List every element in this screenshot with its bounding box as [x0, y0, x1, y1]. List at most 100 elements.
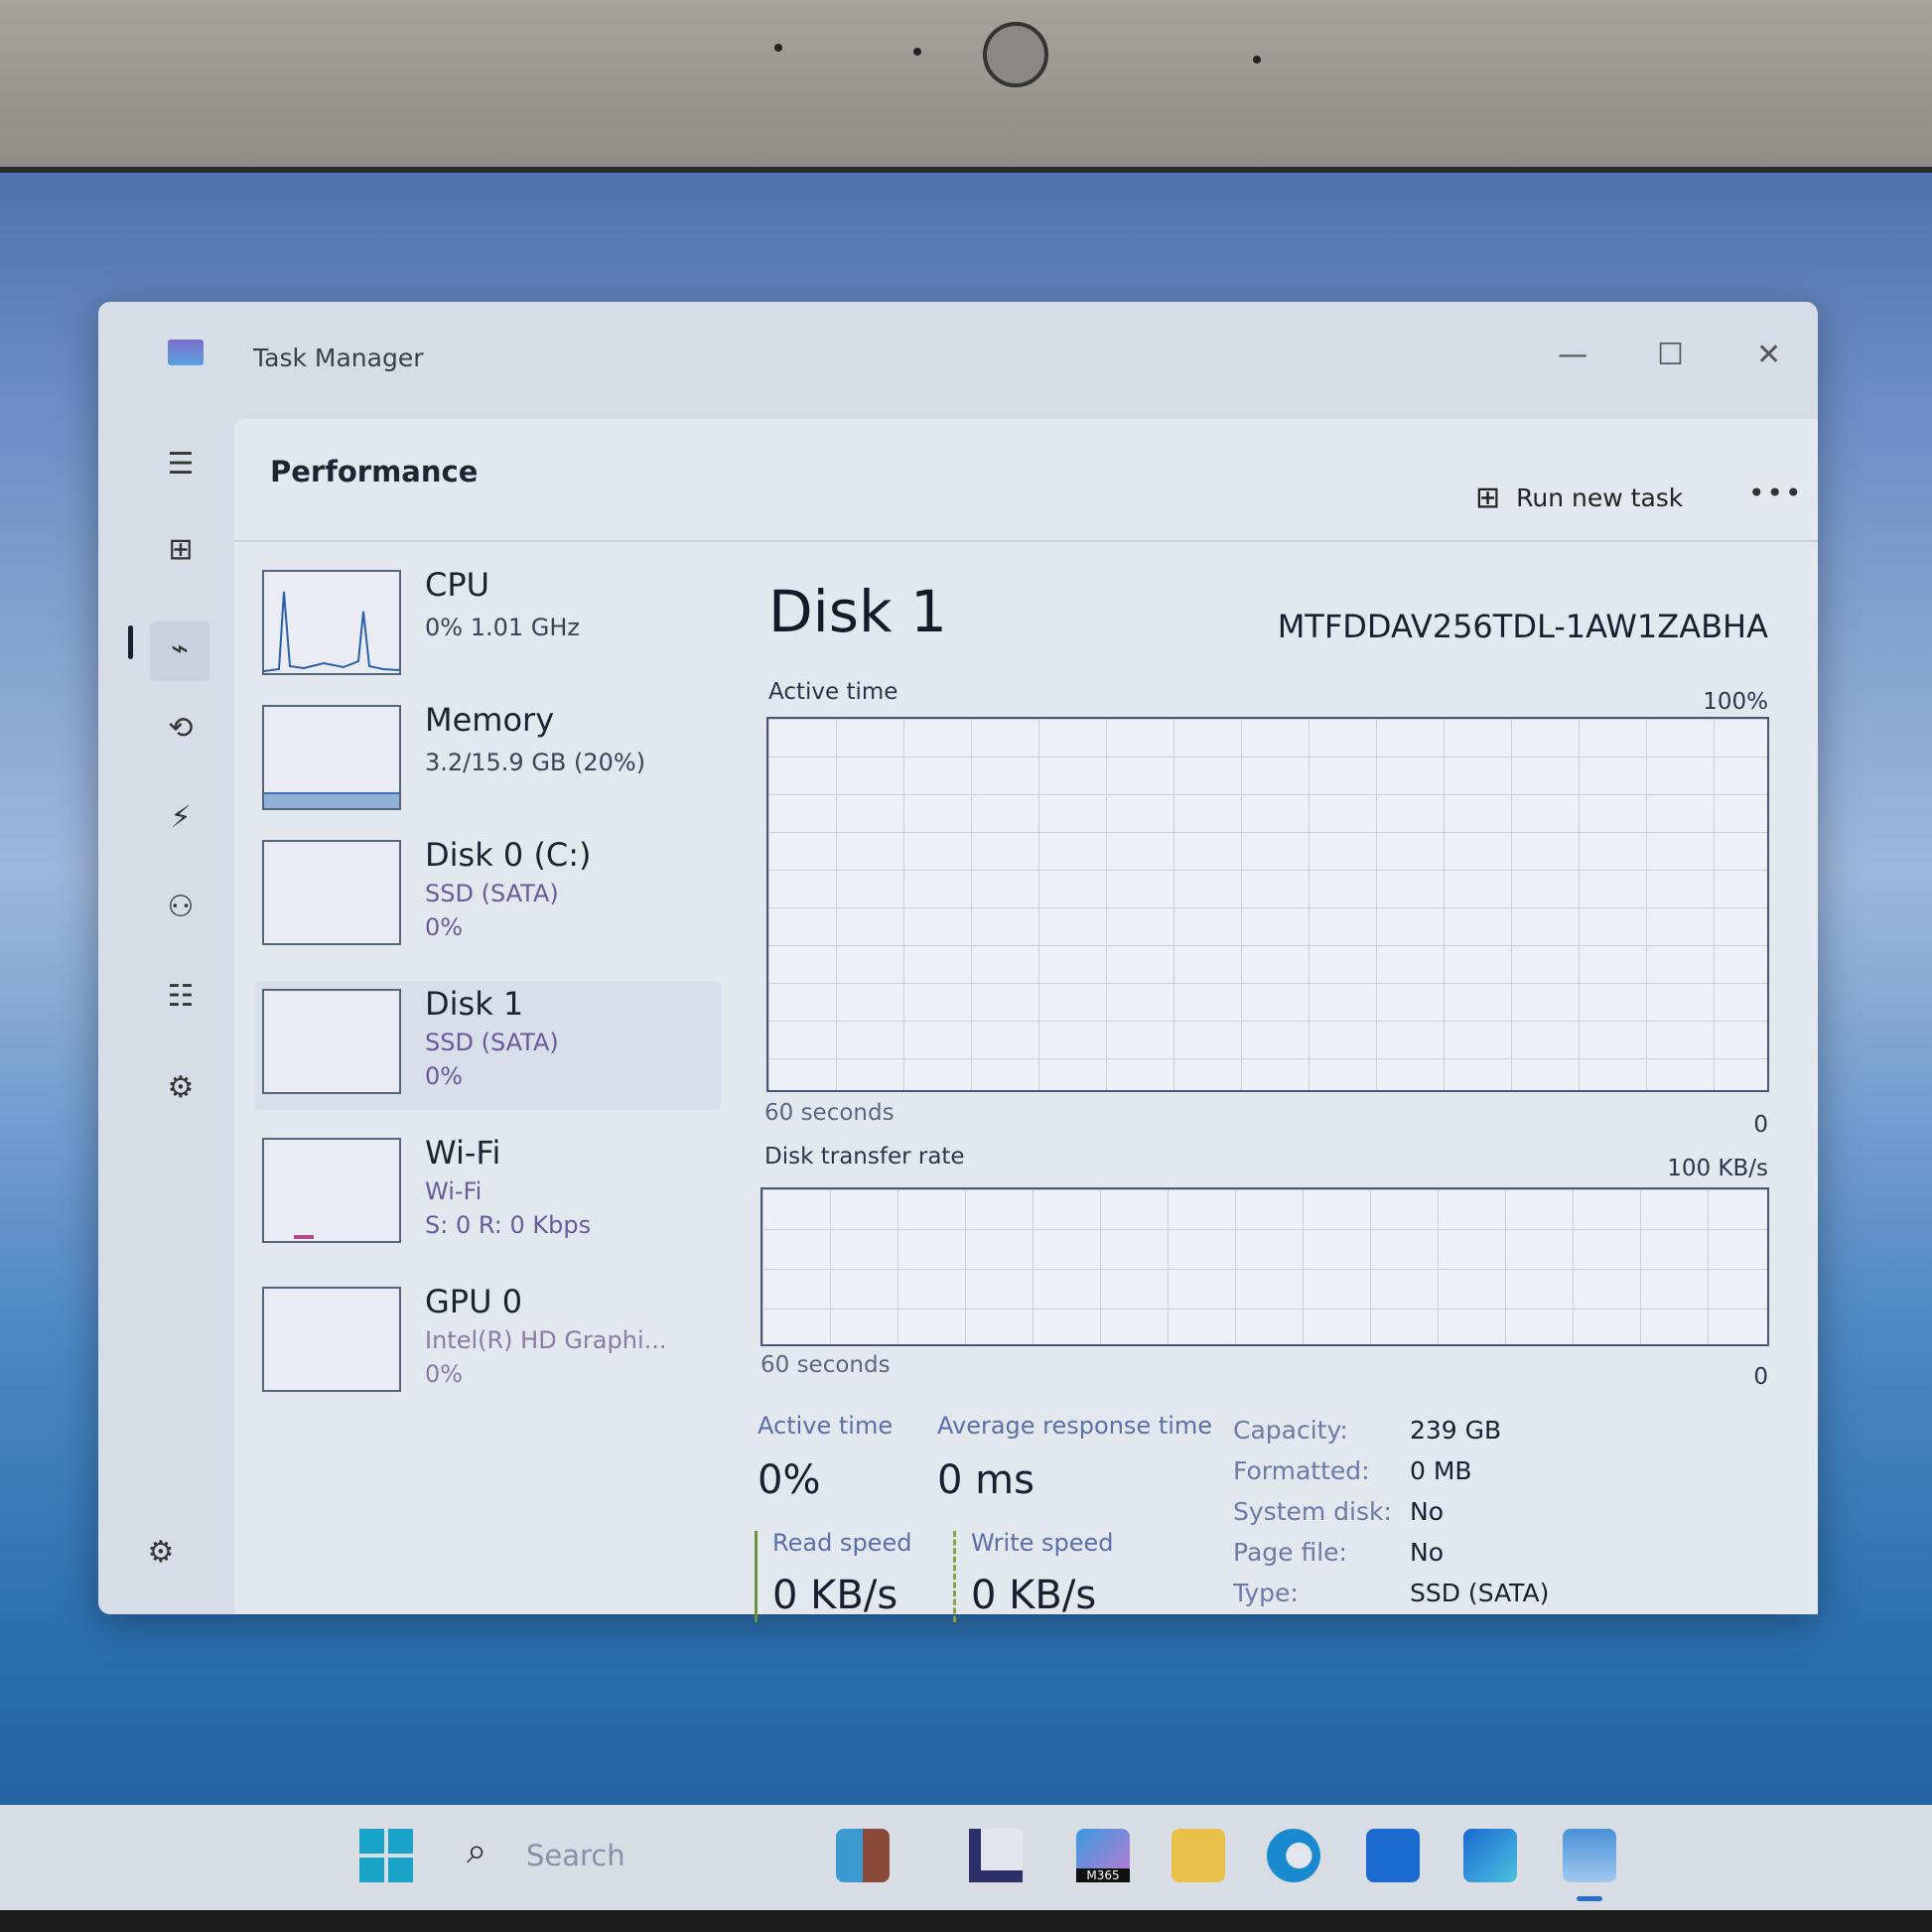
device-name: Disk 1 [425, 985, 523, 1023]
startup-apps-icon[interactable]: ⚡ [158, 800, 204, 840]
disk-properties: Capacity:239 GB Formatted:0 MB System di… [1233, 1416, 1549, 1607]
device-detail: SSD (SATA) [425, 1029, 559, 1056]
task-manager-window: Task Manager — ☐ ✕ ☰ ⊞ ⌁ ⟲ ⚡ ⚇ ☷ ⚙ ⚙ Per… [98, 302, 1818, 1614]
task-manager-taskbar-icon[interactable] [1563, 1829, 1616, 1882]
task-manager-app-icon [168, 340, 204, 365]
device-throughput: S: 0 R: 0 Kbps [425, 1211, 591, 1239]
stat-avg-response: 0 ms [937, 1457, 1035, 1503]
run-task-icon: ⊞ [1475, 481, 1500, 515]
read-speed: 0 KB/s [772, 1573, 897, 1618]
start-button[interactable] [359, 1829, 413, 1882]
users-icon[interactable]: ⚇ [158, 890, 204, 929]
prop-label: Capacity: [1233, 1416, 1410, 1445]
header: Performance ⊞ Run new task ••• [234, 419, 1818, 542]
disk0-thumbnail [262, 840, 401, 945]
write-speed-label: Write speed [971, 1529, 1114, 1557]
device-name: CPU [425, 566, 489, 604]
run-new-task-button[interactable]: ⊞ Run new task [1475, 481, 1683, 515]
settings-icon[interactable]: ⚙ [138, 1535, 184, 1575]
prop-value: No [1410, 1497, 1549, 1526]
device-name: Disk 0 (C:) [425, 836, 592, 874]
cpu-sparkline [264, 572, 399, 673]
device-name: GPU 0 [425, 1283, 522, 1320]
laptop-bezel [0, 0, 1932, 173]
disk1-thumbnail [262, 989, 401, 1094]
edge-icon[interactable] [1267, 1829, 1320, 1882]
laptop-bezel-bottom [0, 1910, 1932, 1932]
stat-active-time: 0% [758, 1457, 820, 1503]
webcam [983, 22, 1048, 87]
store-icon[interactable] [1366, 1829, 1420, 1882]
minimize-button[interactable]: — [1558, 338, 1587, 372]
prop-value: SSD (SATA) [1410, 1579, 1549, 1607]
sensor-dot [1253, 56, 1261, 64]
memory-thumbnail [262, 705, 401, 810]
prop-label: Formatted: [1233, 1456, 1410, 1485]
device-cpu[interactable]: CPU 0% 1.01 GHz [254, 562, 721, 691]
device-name: Memory [425, 701, 554, 739]
sensor-dot [774, 44, 782, 52]
widgets-icon[interactable] [836, 1829, 890, 1882]
page-title: Performance [270, 455, 478, 488]
taskbar-search[interactable]: Search [526, 1839, 625, 1872]
device-detail: 3.2/15.9 GB (20%) [425, 749, 645, 776]
transfer-rate-label: Disk transfer rate [764, 1144, 965, 1170]
outlook-icon[interactable] [1463, 1829, 1517, 1882]
search-icon: ⌕ [467, 1831, 486, 1872]
run-new-task-label: Run new task [1516, 483, 1683, 512]
prop-value: No [1410, 1538, 1549, 1567]
performance-panel: Performance ⊞ Run new task ••• CPU 0% 1.… [234, 419, 1818, 1614]
app-history-icon[interactable]: ⟲ [158, 711, 204, 751]
device-wifi[interactable]: Wi-Fi Wi-Fi S: 0 R: 0 Kbps [254, 1130, 721, 1259]
wifi-thumbnail [262, 1138, 401, 1243]
running-indicator [1577, 1896, 1602, 1901]
active-time-duration: 60 seconds [764, 1100, 895, 1126]
read-speed-legend-line [755, 1531, 758, 1622]
transfer-rate-duration: 60 seconds [760, 1352, 891, 1378]
read-speed-label: Read speed [772, 1529, 911, 1557]
prop-label: Type: [1233, 1579, 1410, 1607]
device-detail: SSD (SATA) [425, 880, 559, 907]
device-detail: Intel(R) HD Graphi... [425, 1326, 667, 1354]
details-icon[interactable]: ☷ [158, 979, 204, 1019]
sensor-dot [913, 48, 921, 56]
selected-indicator [128, 625, 133, 659]
app-l-icon[interactable] [969, 1829, 1023, 1882]
active-time-max: 100% [1703, 689, 1768, 715]
write-speed: 0 KB/s [971, 1573, 1096, 1618]
processes-icon[interactable]: ⊞ [158, 532, 204, 572]
device-detail: Wi-Fi [425, 1177, 482, 1205]
device-memory[interactable]: Memory 3.2/15.9 GB (20%) [254, 697, 721, 826]
maximize-button[interactable]: ☐ [1657, 338, 1684, 372]
performance-icon[interactable]: ⌁ [150, 621, 209, 681]
stat-avg-response-label: Average response time [937, 1412, 1212, 1440]
transfer-rate-min: 0 [1753, 1364, 1768, 1390]
device-name: Wi-Fi [425, 1134, 500, 1172]
disk-title: Disk 1 [768, 578, 947, 645]
close-button[interactable]: ✕ [1756, 338, 1781, 372]
active-time-chart [766, 717, 1769, 1092]
m365-icon[interactable]: M365 [1076, 1829, 1130, 1882]
windows-logo-icon [359, 1829, 384, 1854]
device-disk-1[interactable]: Disk 1 SSD (SATA) 0% [254, 981, 721, 1110]
menu-icon[interactable]: ☰ [158, 447, 204, 486]
device-usage: 0% [425, 1360, 463, 1388]
device-disk-0[interactable]: Disk 0 (C:) SSD (SATA) 0% [254, 832, 721, 961]
disk-model: MTFDDAV256TDL-1AW1ZABHA [1278, 608, 1768, 645]
prop-value: 0 MB [1410, 1456, 1549, 1485]
active-time-min: 0 [1753, 1112, 1768, 1138]
active-time-label: Active time [768, 679, 897, 705]
file-explorer-icon[interactable] [1172, 1829, 1225, 1882]
prop-label: Page file: [1233, 1538, 1410, 1567]
device-gpu-0[interactable]: GPU 0 Intel(R) HD Graphi... 0% [254, 1279, 721, 1408]
transfer-rate-chart [760, 1187, 1769, 1346]
transfer-rate-max: 100 KB/s [1667, 1156, 1768, 1181]
stat-active-time-label: Active time [758, 1412, 893, 1440]
more-options-button[interactable]: ••• [1748, 477, 1804, 509]
cpu-thumbnail [262, 570, 401, 675]
device-detail: 0% 1.01 GHz [425, 614, 580, 641]
write-speed-legend-line [953, 1531, 956, 1622]
m365-label: M365 [1076, 1868, 1130, 1882]
device-usage: 0% [425, 913, 463, 941]
services-icon[interactable]: ⚙ [158, 1070, 204, 1110]
